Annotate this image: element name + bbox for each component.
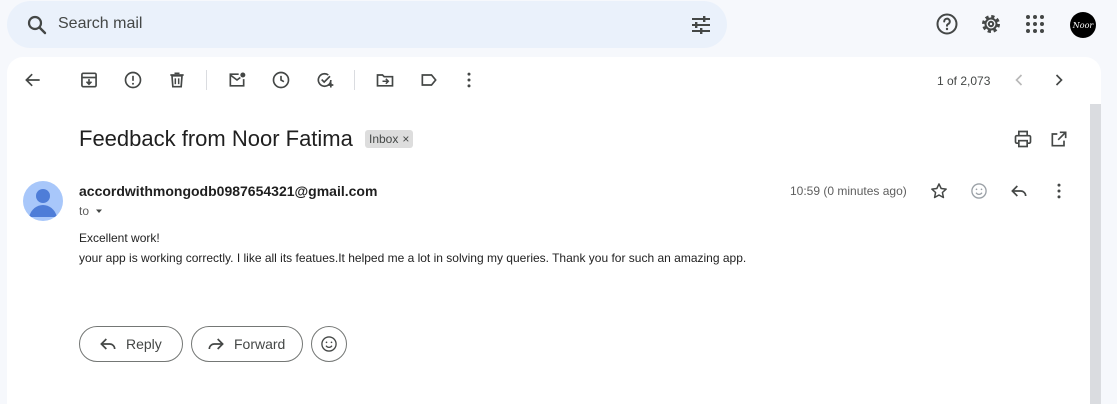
person-icon (29, 189, 57, 217)
older-chevron-right-icon[interactable] (1049, 70, 1069, 90)
to-label: to (79, 204, 90, 218)
star-icon[interactable] (929, 181, 949, 201)
smiley-icon (321, 336, 337, 352)
search-options-icon[interactable] (689, 13, 713, 37)
reply-icon[interactable] (1009, 181, 1029, 201)
pagination-count: 1 of 2,073 (937, 74, 991, 88)
label-text: Inbox (369, 132, 399, 146)
email-body-line: your app is working correctly. I like al… (79, 251, 747, 265)
forward-button[interactable]: Forward (191, 326, 303, 362)
email-body-line: Excellent work! (79, 231, 160, 245)
help-icon[interactable] (935, 12, 959, 36)
emoji-react-button[interactable] (311, 326, 347, 362)
delete-trash-icon[interactable] (167, 70, 187, 90)
search-icon[interactable] (25, 13, 49, 37)
newer-chevron-left-icon[interactable] (1009, 70, 1029, 90)
remove-label-icon[interactable]: × (402, 130, 409, 148)
account-avatar[interactable]: Noor (1070, 12, 1096, 38)
email-timestamp: 10:59 (0 minutes ago) (790, 184, 907, 198)
report-spam-icon[interactable] (123, 70, 143, 90)
apps-grid-icon[interactable] (1023, 12, 1047, 36)
message-more-vertical-icon[interactable] (1049, 181, 1069, 201)
toolbar-divider (206, 70, 207, 90)
scrollbar[interactable] (1090, 104, 1101, 404)
recipient-details[interactable]: to (79, 204, 105, 218)
open-new-window-icon[interactable] (1049, 129, 1069, 149)
label-tag-icon[interactable] (419, 70, 439, 90)
mark-unread-icon[interactable] (227, 70, 247, 90)
move-to-folder-icon[interactable] (375, 70, 395, 90)
top-bar: Search mail Noor (0, 0, 1117, 52)
settings-gear-icon[interactable] (979, 12, 1003, 36)
more-vertical-icon[interactable] (459, 70, 479, 90)
inbox-label-chip[interactable]: Inbox × (365, 130, 414, 148)
archive-icon[interactable] (79, 70, 99, 90)
snooze-clock-icon[interactable] (271, 70, 291, 90)
reply-icon (100, 338, 116, 350)
sender-email[interactable]: accordwithmongodb0987654321@gmail.com (79, 183, 377, 199)
forward-label: Forward (234, 336, 286, 352)
reply-button[interactable]: Reply (79, 326, 183, 362)
emoji-reaction-icon[interactable] (969, 181, 989, 201)
back-arrow-icon[interactable] (23, 70, 43, 90)
print-icon[interactable] (1013, 129, 1033, 149)
search-bar[interactable]: Search mail (7, 1, 727, 48)
forward-icon (208, 338, 224, 350)
email-subject: Feedback from Noor Fatima (79, 126, 353, 151)
reply-label: Reply (126, 336, 162, 352)
toolbar-divider (354, 70, 355, 90)
caret-down-icon[interactable] (93, 205, 105, 217)
search-input[interactable]: Search mail (58, 15, 142, 33)
sender-avatar[interactable] (23, 181, 63, 221)
add-to-tasks-icon[interactable] (315, 70, 335, 90)
